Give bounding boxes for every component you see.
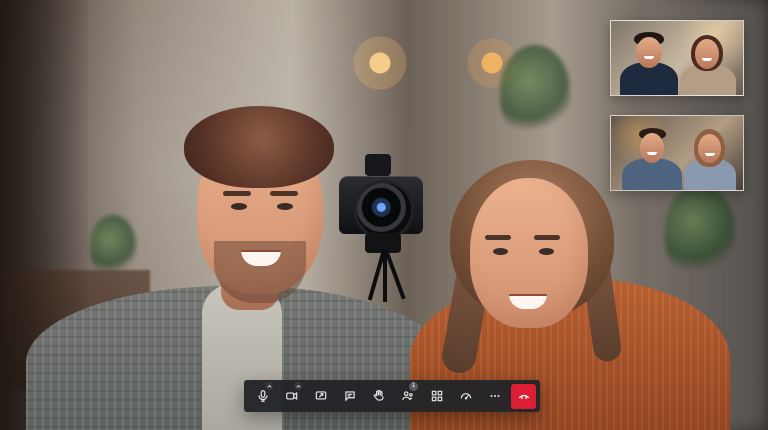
participants-icon	[401, 391, 413, 401]
camera-button[interactable]	[277, 380, 306, 412]
thumbnail-person	[682, 122, 738, 190]
thumbnail-person-smile	[702, 58, 712, 61]
video-call-stage: 1	[0, 0, 768, 430]
participant-brow	[270, 191, 298, 196]
more-icon	[490, 395, 499, 397]
meeting-controls: 1	[248, 380, 509, 412]
thumbnail-person-head	[698, 134, 721, 163]
camera-options-button[interactable]	[294, 382, 302, 390]
chat-icon	[344, 391, 355, 402]
layout-button[interactable]	[422, 380, 451, 412]
thumbnail-person	[621, 122, 683, 190]
participant-hair	[184, 106, 334, 188]
participant-eye	[493, 248, 508, 255]
participant-eye	[277, 203, 293, 210]
thumbnail-person	[618, 27, 680, 95]
participant-thumbnail[interactable]	[610, 115, 744, 191]
participants-count-badge: 1	[409, 382, 418, 391]
chevron-up-icon	[266, 384, 272, 388]
thumbnail-person-head	[640, 133, 664, 163]
meeting-stats-button[interactable]	[451, 380, 480, 412]
share-screen-button[interactable]	[306, 380, 335, 412]
thumbnail-person	[678, 27, 738, 95]
participant-thumbnail[interactable]	[610, 20, 744, 96]
share-screen-icon	[315, 391, 326, 400]
raise-hand-icon	[373, 389, 384, 401]
thumbnail-person-head	[636, 37, 662, 68]
thumbnail-person-smile	[647, 152, 657, 155]
meeting-toolbar: 1	[244, 380, 540, 412]
microphone-options-button[interactable]	[265, 382, 273, 390]
meeting-stats-icon	[460, 393, 471, 400]
thumbnail-person-head	[695, 39, 719, 69]
more-options-button[interactable]	[480, 380, 509, 412]
chat-button[interactable]	[335, 380, 364, 412]
chevron-up-icon	[295, 384, 301, 388]
thumbnail-person-smile	[644, 56, 654, 59]
participants-button[interactable]: 1	[393, 380, 422, 412]
microphone-icon	[257, 390, 268, 402]
microphone-button[interactable]	[248, 380, 277, 412]
participant-brow	[223, 191, 251, 196]
participant-eye	[231, 203, 247, 210]
hang-up-button[interactable]	[511, 383, 536, 409]
hang-up-icon	[518, 394, 529, 400]
layout-grid-icon	[431, 390, 442, 402]
participant-eye	[539, 248, 554, 255]
main-video-participant-man	[26, 66, 446, 430]
participant-brow	[485, 235, 511, 240]
camera-icon	[285, 392, 297, 400]
thumbnail-person-smile	[705, 153, 715, 156]
participant-brow	[534, 235, 560, 240]
raise-hand-button[interactable]	[364, 380, 393, 412]
